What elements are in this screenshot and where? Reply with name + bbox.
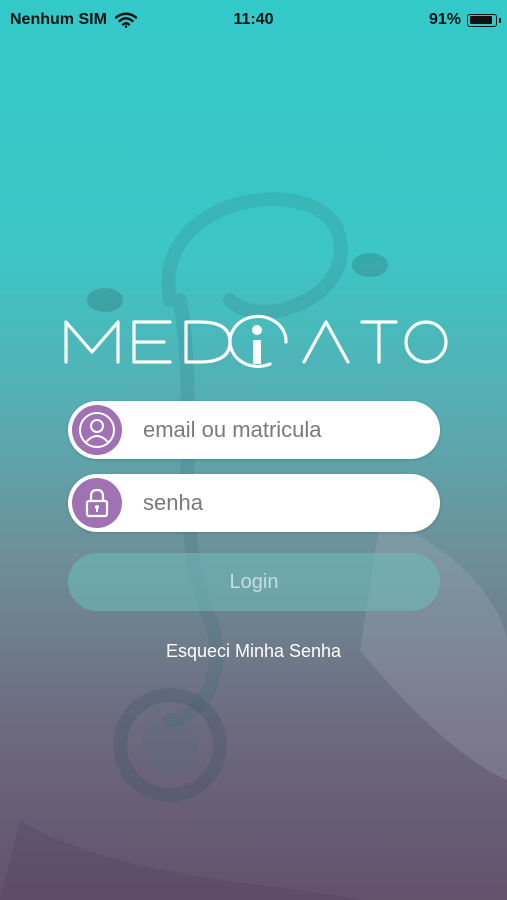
battery-icon [467,13,501,27]
password-input[interactable] [143,474,423,532]
battery-cap [498,17,501,23]
password-field[interactable] [68,474,440,532]
forgot-password-link[interactable]: Esqueci Minha Senha [0,641,507,662]
email-field[interactable] [68,401,440,459]
login-screen: Nenhum SIM 11:40 91% email ou matricula … [0,0,507,900]
email-input[interactable] [143,401,423,459]
lock-icon [72,478,122,528]
login-button[interactable]: Login [68,553,440,611]
battery-percentage: 91% [428,11,461,28]
mediato-logo [64,314,448,368]
status-right: 91% [428,11,501,29]
status-bar: Nenhum SIM 11:40 91% [0,0,507,40]
user-icon [72,405,122,455]
battery-fill [469,16,492,24]
